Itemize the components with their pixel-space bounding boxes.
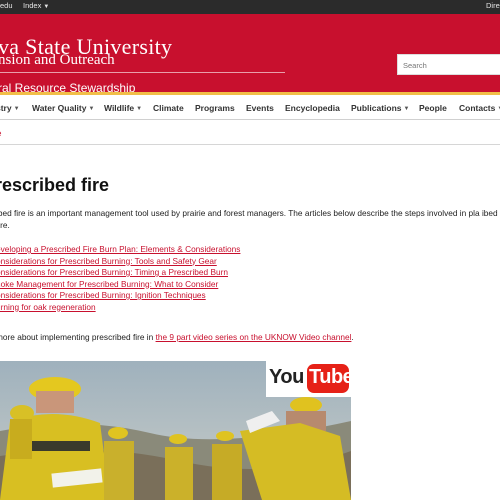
article-link[interactable]: onsiderations for Prescribed Burning: Ti… [0, 267, 228, 277]
chevron-down-icon: ▼ [43, 4, 50, 10]
video-series-text: more about implementing prescribed fire … [0, 332, 156, 342]
list-item: onsiderations for Prescribed Burning: Ti… [0, 267, 240, 279]
breadcrumb-home-link[interactable]: e [0, 129, 1, 138]
nav-item-people[interactable]: People [419, 103, 447, 113]
chevron-down-icon: ▼ [88, 106, 95, 112]
video-series-paragraph: more about implementing prescribed fire … [0, 332, 354, 342]
utility-link-directory[interactable]: Dire [486, 1, 500, 10]
nav-item-events[interactable]: Events [246, 103, 274, 113]
nav-item-encyclopedia[interactable]: Encyclopedia [285, 103, 340, 113]
nav-item-label: Wildlife [104, 103, 135, 113]
utility-menu-index-label: Index [23, 1, 42, 10]
search-input[interactable] [398, 56, 500, 75]
nav-item-water-quality[interactable]: Water Quality ▼ [32, 103, 94, 113]
article-link[interactable]: onsiderations for Prescribed Burning: Ig… [0, 290, 206, 300]
nav-item-wildlife[interactable]: Wildlife ▼ [104, 103, 142, 113]
article-link[interactable]: onsiderations for Prescribed Burning: To… [0, 256, 217, 266]
site-header: va State University nsion and Outreach r… [0, 14, 500, 95]
chevron-down-icon: ▼ [403, 106, 410, 112]
youtube-logo-badge: Tube [307, 364, 354, 393]
youtube-logo: You Tube [266, 361, 354, 397]
extension-wordmark[interactable]: nsion and Outreach [0, 52, 115, 69]
nav-item-contacts[interactable]: Contacts▼ [459, 103, 500, 113]
main-nav: stry▼ Water Quality▼ Wildlife▼ Climate P… [0, 95, 500, 120]
nav-item-label: Events [246, 103, 274, 113]
intro-paragraph: ibed fire is an important management too… [0, 208, 498, 230]
nav-item-label: Programs [195, 103, 235, 113]
breadcrumb: e [0, 121, 500, 145]
article-link[interactable]: eveloping a Prescribed Fire Burn Plan: E… [0, 244, 240, 254]
nav-item-forestry[interactable]: stry▼ [0, 103, 20, 113]
nav-item-programs[interactable]: Programs [195, 103, 235, 113]
video-series-suffix: . [351, 332, 354, 342]
nav-item-climate[interactable]: Climate [153, 103, 184, 113]
article-list: eveloping a Prescribed Fire Burn Plan: E… [0, 244, 240, 313]
nav-item-label: Contacts [459, 103, 496, 113]
nav-item-label: Encyclopedia [285, 103, 340, 113]
nav-item-label: Climate [153, 103, 184, 113]
nav-item-label: stry [0, 103, 12, 113]
list-item: onsiderations for Prescribed Burning: To… [0, 256, 240, 268]
search-box[interactable] [397, 54, 500, 75]
list-item: urning for oak regeneration [0, 302, 240, 314]
list-item: noke Management for Prescribed Burning: … [0, 279, 240, 291]
utility-bar: edu Index ▼ Dire [0, 0, 500, 14]
utility-menu-index[interactable]: Index ▼ [23, 1, 49, 10]
youtube-logo-you: You [269, 366, 304, 388]
video-series-link[interactable]: the 9 part video series on the UKNOW Vid… [156, 332, 352, 342]
nav-item-label: Publications [351, 103, 402, 113]
header-divider [0, 72, 285, 73]
utility-link-edu[interactable]: edu [0, 1, 13, 10]
article-link[interactable]: noke Management for Prescribed Burning: … [0, 279, 218, 289]
chevron-down-icon: ▼ [13, 106, 20, 112]
youtube-logo-tube: Tube [309, 366, 354, 388]
nav-item-label: People [419, 103, 447, 113]
page-title: rescribed fire [0, 175, 110, 195]
chevron-down-icon: ▼ [136, 106, 143, 112]
nav-item-publications[interactable]: Publications ▼ [351, 103, 410, 113]
list-item: eveloping a Prescribed Fire Burn Plan: E… [0, 244, 240, 256]
nav-item-label: Water Quality [32, 103, 87, 113]
article-link[interactable]: urning for oak regeneration [0, 302, 96, 312]
list-item: onsiderations for Prescribed Burning: Ig… [0, 290, 240, 302]
